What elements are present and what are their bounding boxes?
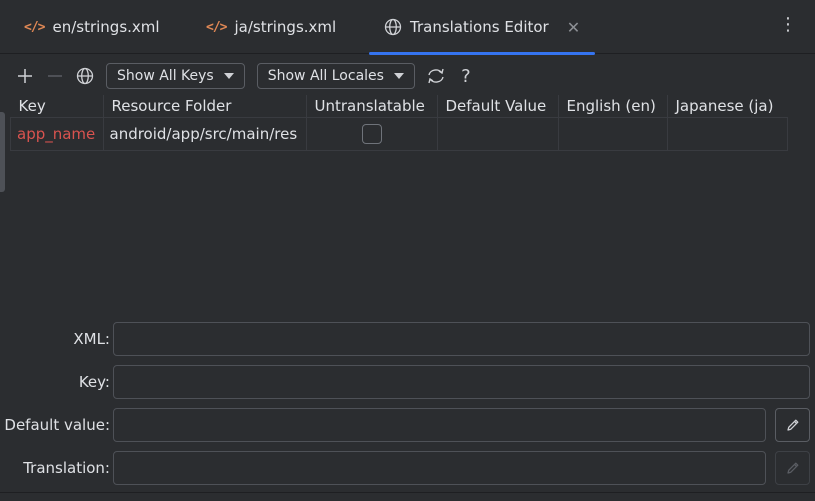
table-header-row: Key Resource Folder Untranslatable Defau… — [11, 95, 788, 118]
pencil-icon — [786, 462, 798, 474]
column-header-japanese[interactable]: Japanese (ja) — [666, 95, 788, 118]
tab-translations-editor[interactable]: Translations Editor ✕ — [368, 0, 596, 55]
pencil-icon — [786, 419, 798, 431]
english-cell[interactable] — [557, 117, 668, 151]
default-value-field[interactable] — [113, 408, 766, 442]
key-label: Key: — [78, 373, 110, 391]
edit-default-value-button[interactable] — [775, 408, 810, 442]
edit-translation-button[interactable] — [775, 451, 810, 485]
untranslatable-cell[interactable] — [305, 117, 438, 151]
default-value-row: Default value: — [0, 408, 815, 442]
keys-filter-label: Show All Keys — [117, 68, 214, 84]
xml-row: XML: — [0, 322, 815, 356]
reload-icon[interactable] — [421, 61, 451, 91]
locales-filter-label: Show All Locales — [267, 68, 384, 84]
xml-code-icon: </> — [206, 19, 228, 35]
tab-label: en/strings.xml — [52, 18, 160, 36]
tab-ja-strings[interactable]: </> ja/strings.xml — [206, 0, 336, 54]
default-value-cell[interactable] — [436, 117, 559, 151]
side-panel-handle[interactable] — [0, 112, 5, 192]
add-locale-globe-icon[interactable] — [70, 61, 100, 91]
more-options-icon[interactable]: ⋮ — [779, 16, 797, 34]
key-cell[interactable]: app_name — [10, 117, 104, 151]
column-header-resource-folder[interactable]: Resource Folder — [102, 95, 306, 118]
column-header-default-value[interactable]: Default Value — [436, 95, 558, 118]
locales-filter-dropdown[interactable]: Show All Locales — [256, 63, 415, 89]
xml-code-icon: </> — [24, 19, 46, 35]
translation-field[interactable] — [113, 451, 766, 485]
keys-filter-dropdown[interactable]: Show All Keys — [106, 63, 245, 89]
translations-toolbar: Show All Keys Show All Locales ? — [10, 60, 481, 92]
key-field[interactable] — [113, 365, 810, 399]
japanese-cell[interactable] — [666, 117, 788, 151]
tab-label: Translations Editor — [410, 18, 549, 36]
divider — [0, 492, 815, 493]
translations-table: Key Resource Folder Untranslatable Defau… — [10, 95, 788, 151]
resource-folder-cell[interactable]: android/app/src/main/res — [102, 117, 307, 151]
add-key-icon[interactable] — [10, 61, 40, 91]
xml-label: XML: — [73, 330, 110, 348]
default-value-label: Default value: — [4, 416, 110, 434]
key-row: Key: — [0, 365, 815, 399]
chevron-down-icon — [223, 73, 234, 79]
close-icon[interactable]: ✕ — [567, 18, 580, 37]
translation-row: Translation: — [0, 451, 815, 485]
translation-label: Translation: — [23, 459, 110, 477]
help-icon[interactable]: ? — [451, 61, 481, 91]
remove-key-icon[interactable] — [40, 61, 70, 91]
chevron-down-icon — [393, 73, 404, 79]
table-row[interactable]: app_name android/app/src/main/res — [10, 117, 788, 151]
untranslatable-checkbox[interactable] — [361, 124, 382, 144]
tab-label: ja/strings.xml — [234, 18, 337, 36]
globe-icon — [384, 18, 402, 36]
column-header-key[interactable]: Key — [11, 95, 104, 118]
xml-field[interactable] — [113, 322, 810, 356]
column-header-english[interactable]: English (en) — [557, 95, 667, 118]
editor-tab-bar: </> en/strings.xml </> ja/strings.xml Tr… — [0, 0, 815, 55]
column-header-untranslatable[interactable]: Untranslatable — [305, 95, 437, 118]
tab-en-strings[interactable]: </> en/strings.xml — [24, 0, 160, 54]
